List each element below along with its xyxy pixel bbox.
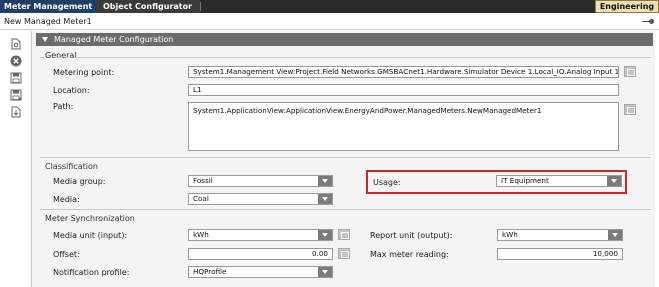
- usage-dropdown[interactable]: IT Equipment: [496, 175, 622, 187]
- offset-label: Offset:: [53, 250, 80, 259]
- save-as-icon[interactable]: [10, 89, 22, 101]
- metering-point-field[interactable]: System1.Management View:Project.Field Ne…: [188, 66, 619, 78]
- divider: [40, 57, 44, 58]
- section-title-general: General: [45, 51, 77, 60]
- report-unit-value: kWh: [502, 230, 518, 239]
- pin-icon[interactable]: [642, 19, 654, 24]
- browse-icon[interactable]: [338, 248, 350, 259]
- media-unit-value: kWh: [193, 230, 209, 239]
- import-icon[interactable]: [10, 106, 22, 118]
- dropdown-arrow-icon[interactable]: [318, 176, 332, 186]
- max-meter-reading-label: Max meter reading:: [370, 250, 449, 259]
- notification-profile-dropdown[interactable]: HQProfile: [188, 266, 333, 278]
- media-label: Media:: [53, 195, 80, 204]
- location-label: Location:: [53, 86, 90, 95]
- delete-icon[interactable]: [10, 55, 22, 67]
- dropdown-arrow-icon[interactable]: [318, 194, 332, 204]
- location-field[interactable]: L1: [188, 84, 619, 96]
- left-toolbar: [0, 31, 31, 287]
- usage-label: Usage:: [373, 178, 401, 187]
- divider: [40, 157, 651, 158]
- notification-profile-value: HQProfile: [193, 267, 227, 276]
- divider: [40, 209, 651, 210]
- tab-object-configurator[interactable]: Object Configurator: [96, 0, 200, 13]
- media-value: Coal: [193, 194, 209, 203]
- path-field[interactable]: System1.ApplicationView:ApplicationView.…: [188, 102, 619, 151]
- media-dropdown[interactable]: Coal: [188, 193, 333, 205]
- media-unit-label: Media unit (input):: [53, 231, 128, 240]
- dropdown-arrow-icon[interactable]: [318, 267, 332, 277]
- browse-icon[interactable]: [624, 66, 636, 77]
- usage-value: IT Equipment: [501, 176, 549, 185]
- divider: [74, 57, 651, 58]
- collapse-arrow-icon[interactable]: [42, 37, 48, 42]
- browse-icon[interactable]: [338, 229, 350, 240]
- tab-meter-management[interactable]: Meter Management: [0, 0, 96, 13]
- panel-header-title: Managed Meter Configuration: [54, 35, 174, 44]
- metering-point-label: Metering point:: [53, 68, 115, 77]
- dropdown-arrow-icon[interactable]: [607, 176, 621, 186]
- section-title-classification: Classification: [45, 162, 98, 171]
- media-group-label: Media group:: [53, 177, 106, 186]
- offset-field[interactable]: 0.00: [188, 248, 333, 260]
- max-meter-reading-field[interactable]: 10,000: [497, 248, 623, 260]
- page-title: New Managed Meter1: [4, 17, 92, 26]
- media-unit-dropdown[interactable]: kWh: [188, 229, 333, 241]
- report-unit-dropdown[interactable]: kWh: [497, 229, 623, 241]
- media-group-dropdown[interactable]: Fossil: [188, 175, 333, 187]
- section-title-meter-synchronization: Meter Synchronization: [45, 214, 135, 223]
- title-bar: New Managed Meter1: [0, 13, 659, 30]
- notification-profile-label: Notification profile:: [53, 268, 130, 277]
- new-icon[interactable]: [10, 38, 22, 50]
- media-group-value: Fossil: [193, 176, 213, 185]
- report-unit-label: Report unit (output):: [370, 231, 453, 240]
- panel-header[interactable]: Managed Meter Configuration: [36, 33, 653, 46]
- save-icon[interactable]: [10, 72, 22, 84]
- tab-separator: [200, 2, 201, 11]
- browse-icon[interactable]: [624, 104, 636, 115]
- path-label: Path:: [53, 102, 74, 111]
- dropdown-arrow-icon[interactable]: [608, 230, 622, 240]
- dropdown-arrow-icon[interactable]: [318, 230, 332, 240]
- tab-engineering[interactable]: Engineering: [595, 0, 659, 13]
- top-tab-bar: Meter Management Object Configurator Eng…: [0, 0, 659, 13]
